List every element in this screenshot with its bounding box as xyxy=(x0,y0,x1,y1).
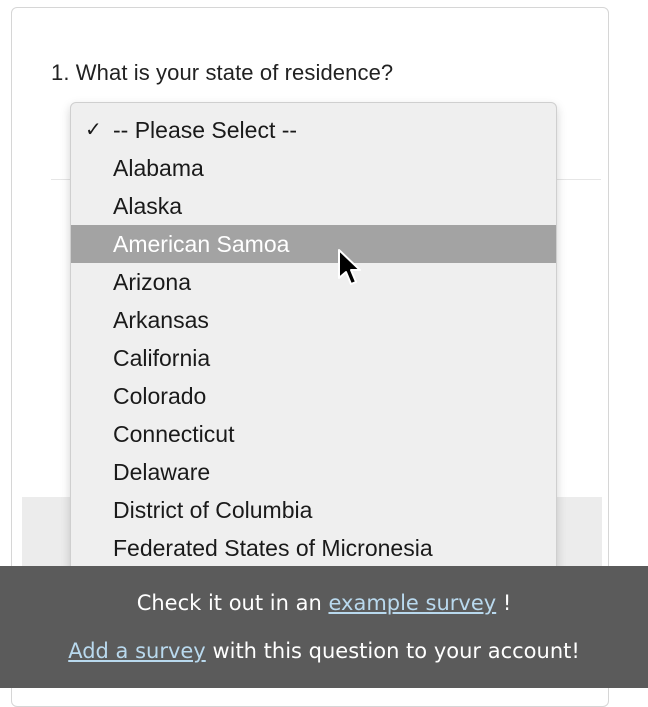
option-arizona[interactable]: Arizona xyxy=(71,263,556,301)
banner-line-2: Add a survey with this question to your … xyxy=(0,636,648,666)
state-select-dropdown[interactable]: ✓ -- Please Select -- Alabama Alaska Ame… xyxy=(70,102,557,582)
option-label: Connecticut xyxy=(113,421,235,447)
option-label: Arkansas xyxy=(113,307,209,333)
example-survey-link[interactable]: example survey xyxy=(328,591,496,615)
option-label: California xyxy=(113,345,211,371)
checkmark-icon: ✓ xyxy=(85,119,102,141)
banner-text: Check it out in an xyxy=(136,591,322,615)
question-number: 1. xyxy=(51,60,70,85)
option-label: Delaware xyxy=(113,459,211,485)
option-california[interactable]: California xyxy=(71,339,556,377)
option-label: District of Columbia xyxy=(113,497,313,523)
question-title: 1. What is your state of residence? xyxy=(51,60,393,86)
option-label: American Samoa xyxy=(113,231,290,257)
banner-text: with this question to your account! xyxy=(212,639,580,663)
option-label: Arizona xyxy=(113,269,191,295)
option-label: Colorado xyxy=(113,383,207,409)
option-alaska[interactable]: Alaska xyxy=(71,187,556,225)
option-federated-states-of-micronesia[interactable]: Federated States of Micronesia xyxy=(71,529,556,567)
option-colorado[interactable]: Colorado xyxy=(71,377,556,415)
option-district-of-columbia[interactable]: District of Columbia xyxy=(71,491,556,529)
option-arkansas[interactable]: Arkansas xyxy=(71,301,556,339)
option-label: -- Please Select -- xyxy=(113,117,298,143)
add-survey-link[interactable]: Add a survey xyxy=(68,639,206,663)
option-label: Federated States of Micronesia xyxy=(113,535,433,561)
question-text: What is your state of residence? xyxy=(75,60,394,85)
banner-line-1: Check it out in an example survey ! xyxy=(0,588,648,618)
mouse-pointer-icon xyxy=(338,249,361,285)
option-label: Alabama xyxy=(113,155,204,181)
promo-banner: Check it out in an example survey ! Add … xyxy=(0,566,648,688)
option-label: Alaska xyxy=(113,193,183,219)
option-connecticut[interactable]: Connecticut xyxy=(71,415,556,453)
option-please-select[interactable]: ✓ -- Please Select -- xyxy=(71,111,556,149)
option-delaware[interactable]: Delaware xyxy=(71,453,556,491)
option-alabama[interactable]: Alabama xyxy=(71,149,556,187)
option-american-samoa[interactable]: American Samoa xyxy=(71,225,556,263)
banner-text: ! xyxy=(502,591,512,615)
